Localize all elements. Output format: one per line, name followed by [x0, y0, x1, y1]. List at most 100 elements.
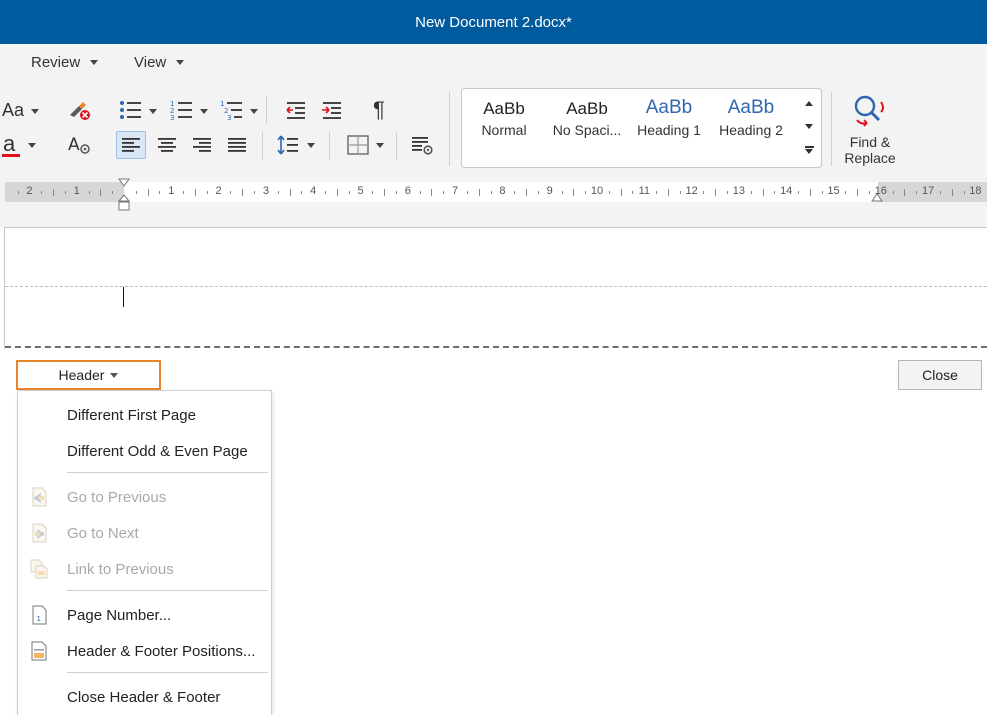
styles-gallery: AaBb Normal AaBb No Spaci... AaBb Headin…	[461, 88, 822, 168]
chevron-down-icon[interactable]	[28, 143, 36, 148]
gallery-scroll-down-icon[interactable]	[803, 124, 815, 129]
ruler-tick	[431, 188, 432, 196]
gallery-more-icon[interactable]	[803, 146, 815, 154]
gallery-scroll-up-icon[interactable]	[803, 101, 815, 106]
chevron-down-icon	[90, 60, 99, 65]
menu-item-link-to-previous: Link to Previous	[18, 552, 271, 586]
ruler-label: 2	[215, 185, 222, 197]
chevron-down-icon[interactable]	[31, 109, 39, 114]
ruler-label: 11	[638, 185, 651, 197]
ruler-tick	[136, 190, 137, 194]
menu-item-close-header-footer[interactable]: Close Header & Footer	[18, 680, 271, 714]
chevron-down-icon[interactable]	[200, 109, 208, 114]
bullet-list-icon[interactable]	[118, 98, 144, 122]
menu-item-label: Header & Footer Positions...	[67, 642, 256, 660]
clear-formatting-icon[interactable]	[66, 98, 92, 122]
ribbon-separator	[262, 132, 263, 160]
show-formatting-marks-button[interactable]: ¶	[373, 97, 385, 123]
line-spacing-icon[interactable]	[275, 133, 301, 157]
borders-icon[interactable]	[345, 133, 371, 157]
align-center-icon[interactable]	[154, 133, 180, 157]
style-no-spacing[interactable]: AaBb No Spaci...	[549, 99, 625, 138]
document-title: New Document 2.docx*	[415, 13, 572, 31]
ruler-tick	[845, 190, 846, 194]
ruler-tick	[632, 190, 633, 194]
justify-icon[interactable]	[224, 133, 250, 157]
menu-separator	[67, 590, 268, 591]
app-window: New Document 2.docx* Review View Aa 1 2 …	[0, 0, 987, 715]
menu-bar: Review View	[0, 44, 987, 82]
ruler-tick	[254, 190, 255, 194]
ruler-tick	[183, 190, 184, 194]
indent-marker-icon[interactable]	[117, 178, 131, 212]
ruler-tick	[491, 190, 492, 194]
align-left-icon	[122, 138, 140, 152]
ruler-tick	[420, 190, 421, 194]
header-dropdown-button[interactable]: Header	[16, 360, 161, 390]
ruler-label: 1	[168, 185, 175, 197]
ruler-tick	[41, 190, 42, 194]
menu-separator	[67, 672, 268, 673]
change-case-button[interactable]: Aa	[2, 100, 24, 121]
chevron-down-icon[interactable]	[376, 143, 384, 148]
svg-text:A: A	[68, 135, 80, 155]
chevron-down-icon[interactable]	[307, 143, 315, 148]
text-cursor[interactable]	[123, 287, 124, 307]
style-normal[interactable]: AaBb Normal	[474, 99, 534, 138]
paragraph-settings-icon[interactable]	[409, 133, 435, 157]
menu-item-header-footer-positions[interactable]: Header & Footer Positions...	[18, 634, 271, 668]
ribbon-separator	[449, 92, 450, 166]
ruler-tick	[100, 188, 101, 196]
ruler-tick	[751, 190, 752, 194]
ruler-tick	[715, 188, 716, 196]
chevron-down-icon[interactable]	[149, 109, 157, 114]
chevron-down-icon[interactable]	[250, 109, 258, 114]
find-replace-button[interactable]: Find & Replace	[838, 134, 902, 166]
ruler-label: 2	[26, 185, 33, 197]
multilevel-list-icon[interactable]: 1 2 3	[219, 98, 245, 122]
close-header-button[interactable]: Close	[898, 360, 982, 390]
ruler-tick	[230, 190, 231, 194]
right-indent-marker-icon[interactable]	[871, 192, 883, 204]
style-heading-1[interactable]: AaBb Heading 1	[632, 97, 706, 138]
ruler-label: 3	[262, 185, 269, 197]
ruler-tick	[195, 188, 196, 196]
page-top-edge	[5, 227, 987, 228]
character-format-icon[interactable]: A	[66, 133, 92, 157]
style-label: Normal	[481, 122, 527, 138]
ruler-label: 5	[357, 185, 364, 197]
ribbon-separator	[831, 92, 832, 166]
chevron-down-icon	[176, 60, 185, 65]
style-label: No Spaci...	[552, 122, 622, 138]
ruler-tick	[538, 190, 539, 194]
ruler-tick	[514, 190, 515, 194]
menu-review[interactable]: Review	[31, 54, 99, 71]
find-replace-icon[interactable]	[851, 94, 887, 128]
menu-view[interactable]: View	[134, 54, 185, 71]
align-left-button[interactable]	[116, 131, 146, 159]
font-color-swatch	[2, 154, 20, 157]
decrease-indent-icon[interactable]	[284, 98, 308, 122]
menu-item-label: Page Number...	[67, 606, 172, 624]
ruler: 2 1 1 2 3 4 5 6 7 8 9 10 11 12 13 14 15 16 17 18	[0, 178, 987, 228]
ruler-tick	[89, 190, 90, 194]
menu-item-different-odd-even[interactable]: Different Odd & Even Page	[18, 434, 271, 468]
header-footer-positions-icon	[31, 641, 47, 661]
ruler-label: 12	[685, 185, 698, 197]
align-right-icon[interactable]	[189, 133, 215, 157]
style-heading-2[interactable]: AaBb Heading 2	[714, 97, 788, 138]
increase-indent-icon[interactable]	[320, 98, 344, 122]
ruler-tick	[810, 188, 811, 196]
ribbon-separator	[396, 132, 397, 160]
chevron-down-icon	[110, 372, 119, 378]
style-label: Heading 1	[637, 122, 701, 138]
menu-item-page-number[interactable]: 1 Page Number...	[18, 598, 271, 632]
ruler-tick	[526, 188, 527, 196]
ribbon-separator	[329, 132, 330, 160]
numbered-list-icon[interactable]: 1 2 3	[169, 98, 195, 122]
ruler-label: 8	[499, 185, 506, 197]
ruler-tick	[822, 190, 823, 194]
ruler-tick	[680, 190, 681, 194]
menu-item-different-first-page[interactable]: Different First Page	[18, 398, 271, 432]
ruler-tick	[562, 190, 563, 194]
